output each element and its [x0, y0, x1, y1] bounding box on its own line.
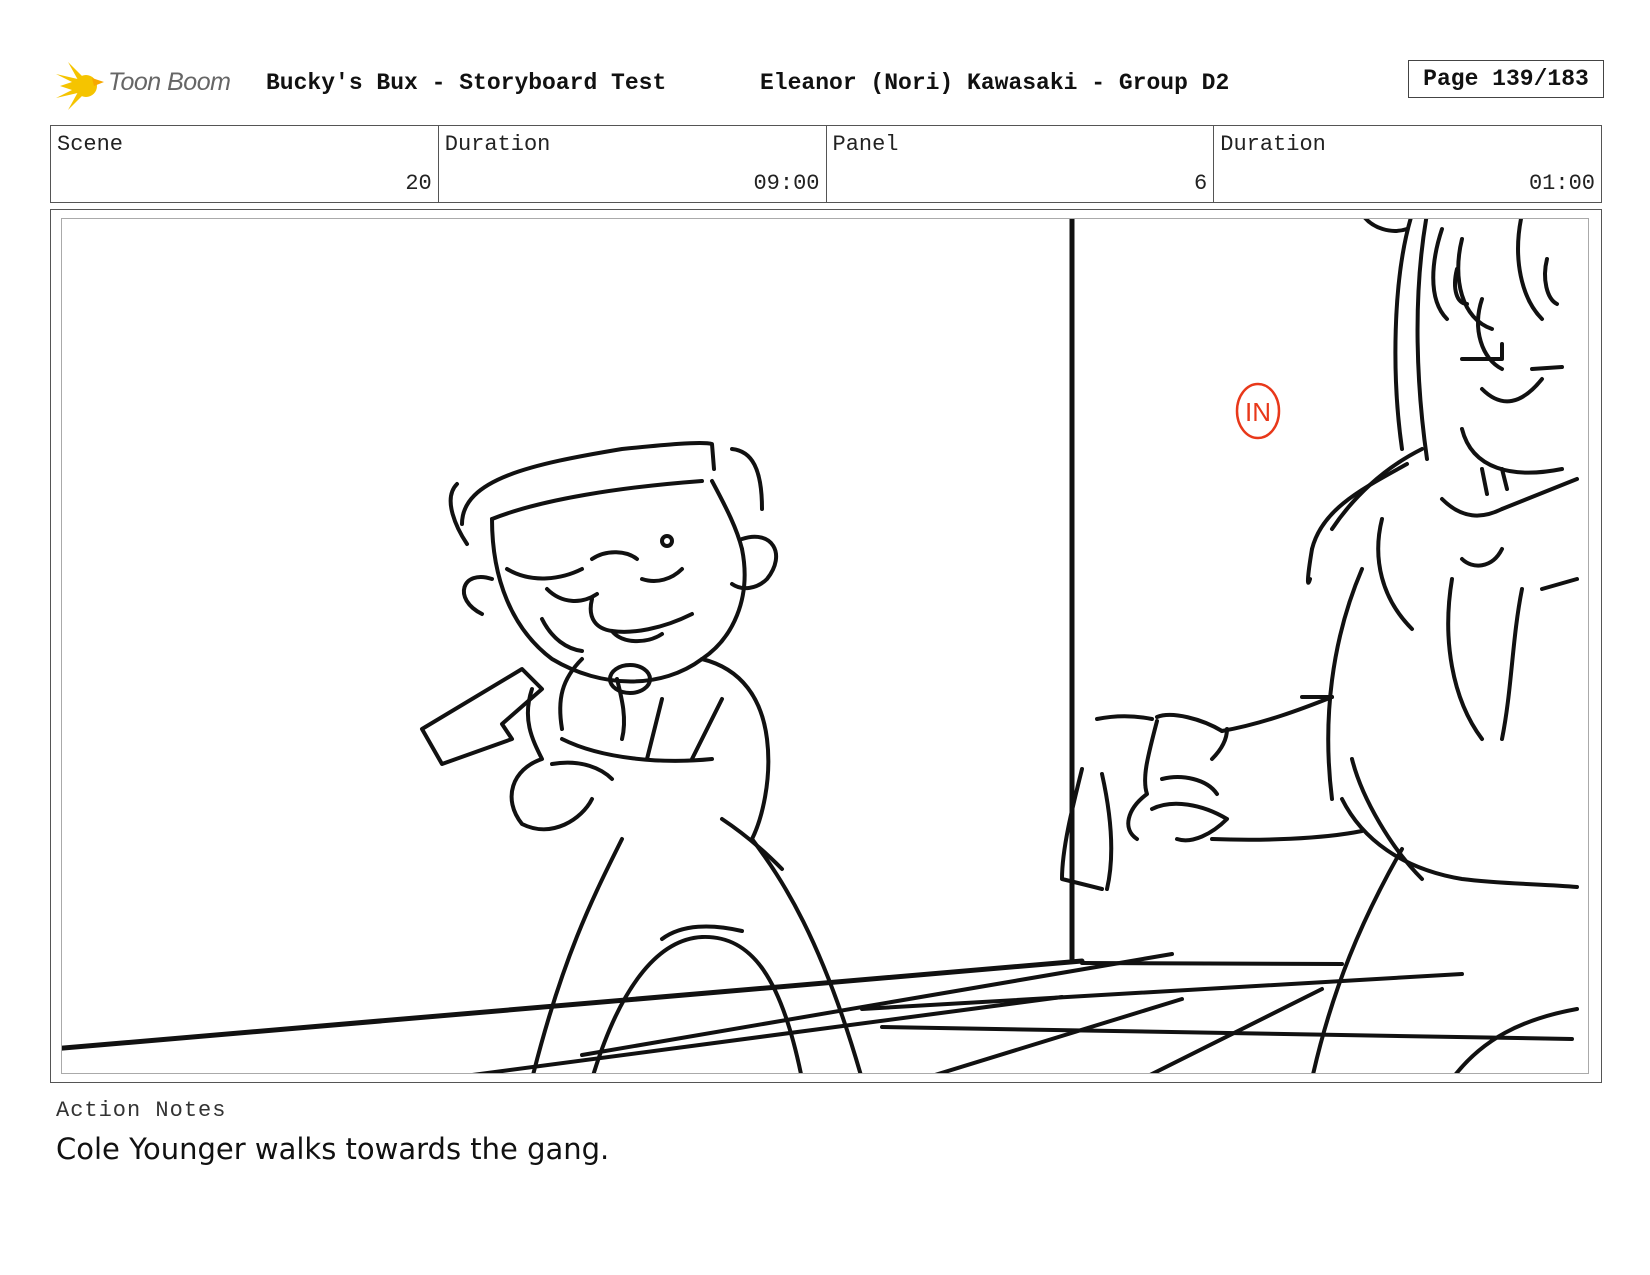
scene-duration-label: Duration	[444, 132, 551, 157]
panel-duration-cell: Duration 01:00	[1214, 126, 1601, 202]
scene-value: 20	[405, 171, 432, 196]
scene-duration-value: 09:00	[753, 171, 820, 196]
storyboard-panel: IN	[50, 209, 1602, 1083]
scene-label: Scene	[57, 132, 124, 157]
panel-duration-value: 01:00	[1528, 171, 1595, 196]
panel-drawing-area: IN	[61, 218, 1589, 1074]
sketch-stamp-text: IN	[1245, 397, 1271, 427]
page-number: Page 139/183	[1423, 66, 1589, 92]
page-number-box: Page 139/183	[1408, 60, 1604, 98]
panel-duration-label: Duration	[1220, 132, 1326, 157]
action-notes-label: Action Notes	[56, 1098, 227, 1123]
scene-cell: Scene 20	[51, 126, 439, 202]
project-title: Bucky's Bux - Storyboard Test	[266, 70, 667, 96]
panel-value: 6	[1194, 171, 1208, 196]
scene-info-table: Scene 20 Duration 09:00 Panel 6 Duration…	[50, 125, 1602, 203]
page-header: Toon Boom Bucky's Bux - Storyboard Test …	[54, 58, 1604, 114]
panel-sketch: IN	[62, 219, 1579, 1073]
starburst-icon	[56, 62, 104, 110]
logo-wordmark: Toon Boom	[108, 68, 231, 96]
scene-duration-cell: Duration 09:00	[439, 126, 827, 202]
toon-boom-logo: Toon Boom	[54, 58, 254, 114]
panel-label: Panel	[832, 132, 899, 157]
author-name: Eleanor (Nori) Kawasaki - Group D2	[760, 70, 1230, 96]
action-notes-text: Cole Younger walks towards the gang.	[56, 1132, 610, 1166]
panel-cell: Panel 6	[827, 126, 1215, 202]
